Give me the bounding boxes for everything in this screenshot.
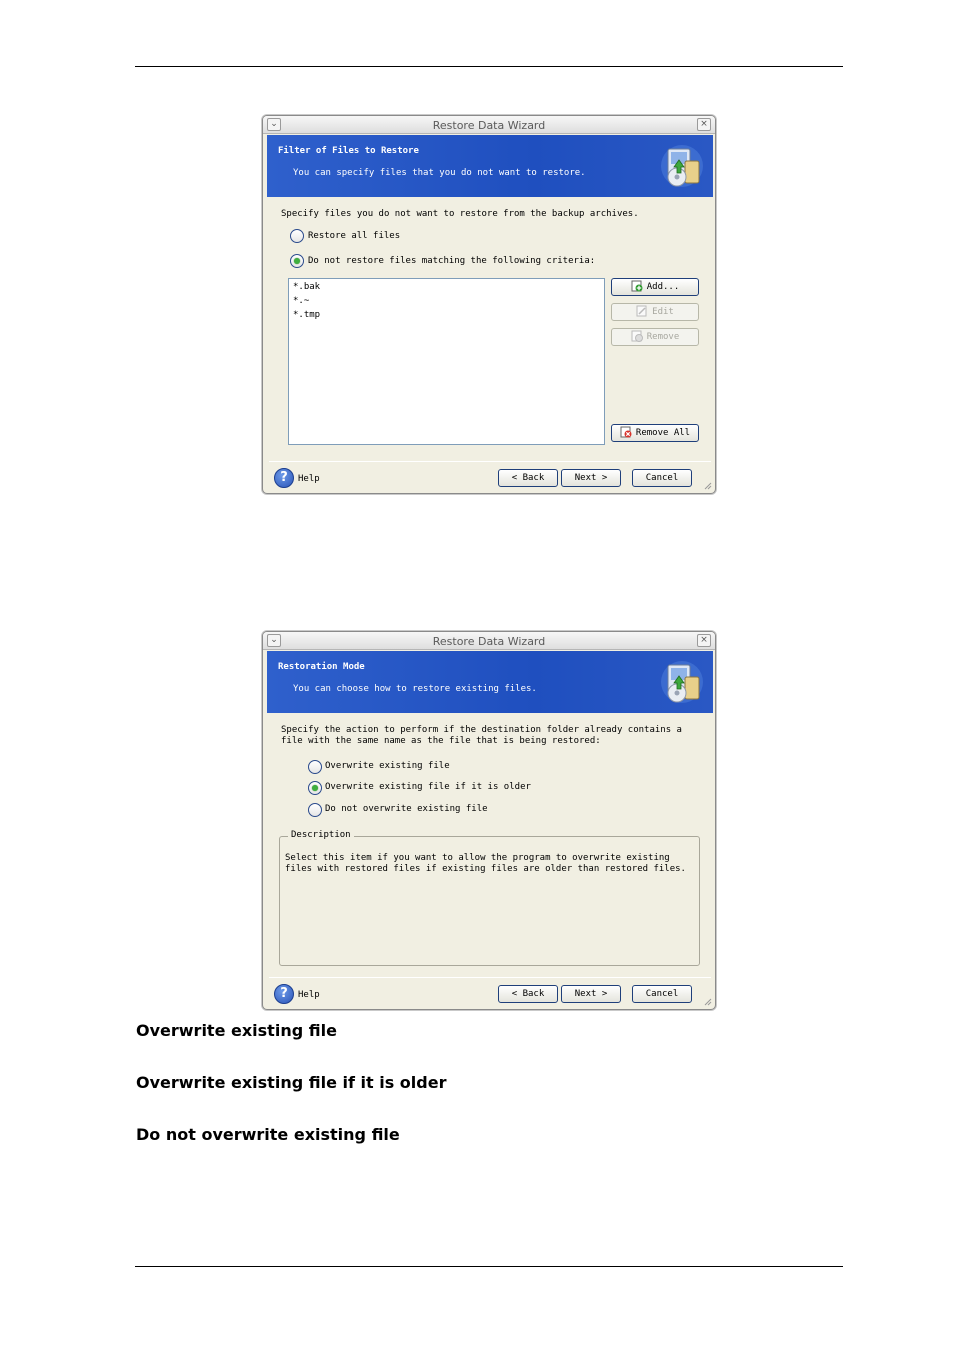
wizard-banner: Filter of Files to Restore You can speci… bbox=[267, 135, 713, 197]
list-item[interactable]: *.~ bbox=[293, 296, 309, 306]
radio-overwrite-label[interactable]: Overwrite existing file bbox=[325, 761, 450, 771]
caption-do-not-overwrite: Do not overwrite existing file bbox=[136, 1125, 400, 1144]
radio-restore-all-label[interactable]: Restore all files bbox=[308, 231, 400, 241]
header-rule bbox=[135, 66, 843, 67]
remove-all-button[interactable]: Remove All bbox=[611, 424, 699, 442]
remove-all-button-label: Remove All bbox=[635, 428, 691, 438]
list-item[interactable]: *.bak bbox=[293, 282, 320, 292]
cancel-button[interactable]: Cancel bbox=[632, 469, 692, 487]
wizard-banner: Restoration Mode You can choose how to r… bbox=[267, 651, 713, 713]
edit-icon bbox=[636, 305, 647, 316]
instruction-text-line1: Specify the action to perform if the des… bbox=[281, 725, 682, 735]
remove-icon bbox=[631, 330, 643, 342]
radio-overwrite-if-older-label[interactable]: Overwrite existing file if it is older bbox=[325, 782, 531, 792]
next-button[interactable]: Next > bbox=[561, 469, 621, 487]
list-item[interactable]: *.tmp bbox=[293, 310, 320, 320]
next-button[interactable]: Next > bbox=[561, 985, 621, 1003]
banner-subtitle: You can specify files that you do not wa… bbox=[293, 168, 586, 178]
help-link[interactable]: Help bbox=[298, 474, 320, 484]
description-text-line2: files with restored files if existing fi… bbox=[285, 864, 686, 874]
remove-button-label: Remove bbox=[646, 332, 680, 342]
help-icon[interactable]: ? bbox=[274, 984, 294, 1004]
edit-button-label: Edit bbox=[652, 307, 674, 317]
caption-overwrite: Overwrite existing file bbox=[136, 1021, 337, 1040]
banner-title: Filter of Files to Restore bbox=[278, 146, 419, 156]
back-button[interactable]: < Back bbox=[498, 985, 558, 1003]
edit-button[interactable]: Edit bbox=[611, 303, 699, 321]
back-button[interactable]: < Back bbox=[498, 469, 558, 487]
banner-subtitle: You can choose how to restore existing f… bbox=[293, 684, 537, 694]
radio-do-not-overwrite[interactable] bbox=[308, 803, 322, 817]
window-title: Restore Data Wizard bbox=[432, 119, 546, 132]
footer-rule bbox=[135, 1266, 843, 1267]
radio-restore-all[interactable] bbox=[290, 229, 304, 243]
title-bar: ⌄ Restore Data Wizard × bbox=[263, 632, 715, 650]
description-label: Description bbox=[288, 830, 354, 840]
cancel-button[interactable]: Cancel bbox=[632, 985, 692, 1003]
radio-do-not-restore[interactable] bbox=[290, 254, 304, 268]
filter-list[interactable]: *.bak *.~ *.tmp bbox=[288, 278, 605, 445]
restore-wizard-window-filter: ⌄ Restore Data Wizard × Filter of Files … bbox=[262, 115, 716, 494]
radio-do-not-restore-label[interactable]: Do not restore files matching the follow… bbox=[308, 256, 595, 266]
footer-separator bbox=[269, 461, 711, 462]
radio-overwrite-if-older[interactable] bbox=[308, 781, 322, 795]
description-text-line1: Select this item if you want to allow th… bbox=[285, 853, 670, 863]
add-button[interactable]: Add... bbox=[611, 278, 699, 296]
add-button-label: Add... bbox=[646, 282, 680, 292]
window-title: Restore Data Wizard bbox=[432, 635, 546, 648]
radio-do-not-overwrite-label[interactable]: Do not overwrite existing file bbox=[325, 804, 488, 814]
close-button[interactable]: × bbox=[697, 118, 711, 131]
help-icon[interactable]: ? bbox=[274, 468, 294, 488]
instruction-text: Specify files you do not want to restore… bbox=[281, 209, 639, 219]
resize-grip-icon[interactable] bbox=[702, 480, 712, 490]
restore-wizard-window-mode: ⌄ Restore Data Wizard × Restoration Mode… bbox=[262, 631, 716, 1010]
restore-wizard-icon bbox=[661, 661, 703, 703]
instruction-text-line2: file with the same name as the file that… bbox=[281, 736, 601, 746]
banner-title: Restoration Mode bbox=[278, 662, 365, 672]
remove-all-icon bbox=[620, 426, 632, 437]
remove-button[interactable]: Remove bbox=[611, 328, 699, 346]
close-button[interactable]: × bbox=[697, 634, 711, 647]
add-icon bbox=[631, 280, 643, 291]
restore-wizard-icon bbox=[661, 145, 703, 187]
title-bar: ⌄ Restore Data Wizard × bbox=[263, 116, 715, 134]
resize-grip-icon[interactable] bbox=[702, 996, 712, 1006]
footer-separator bbox=[269, 977, 711, 978]
caption-overwrite-if-older: Overwrite existing file if it is older bbox=[136, 1073, 447, 1092]
radio-overwrite[interactable] bbox=[308, 760, 322, 774]
help-link[interactable]: Help bbox=[298, 990, 320, 1000]
description-group: Description Select this item if you want… bbox=[279, 830, 700, 966]
